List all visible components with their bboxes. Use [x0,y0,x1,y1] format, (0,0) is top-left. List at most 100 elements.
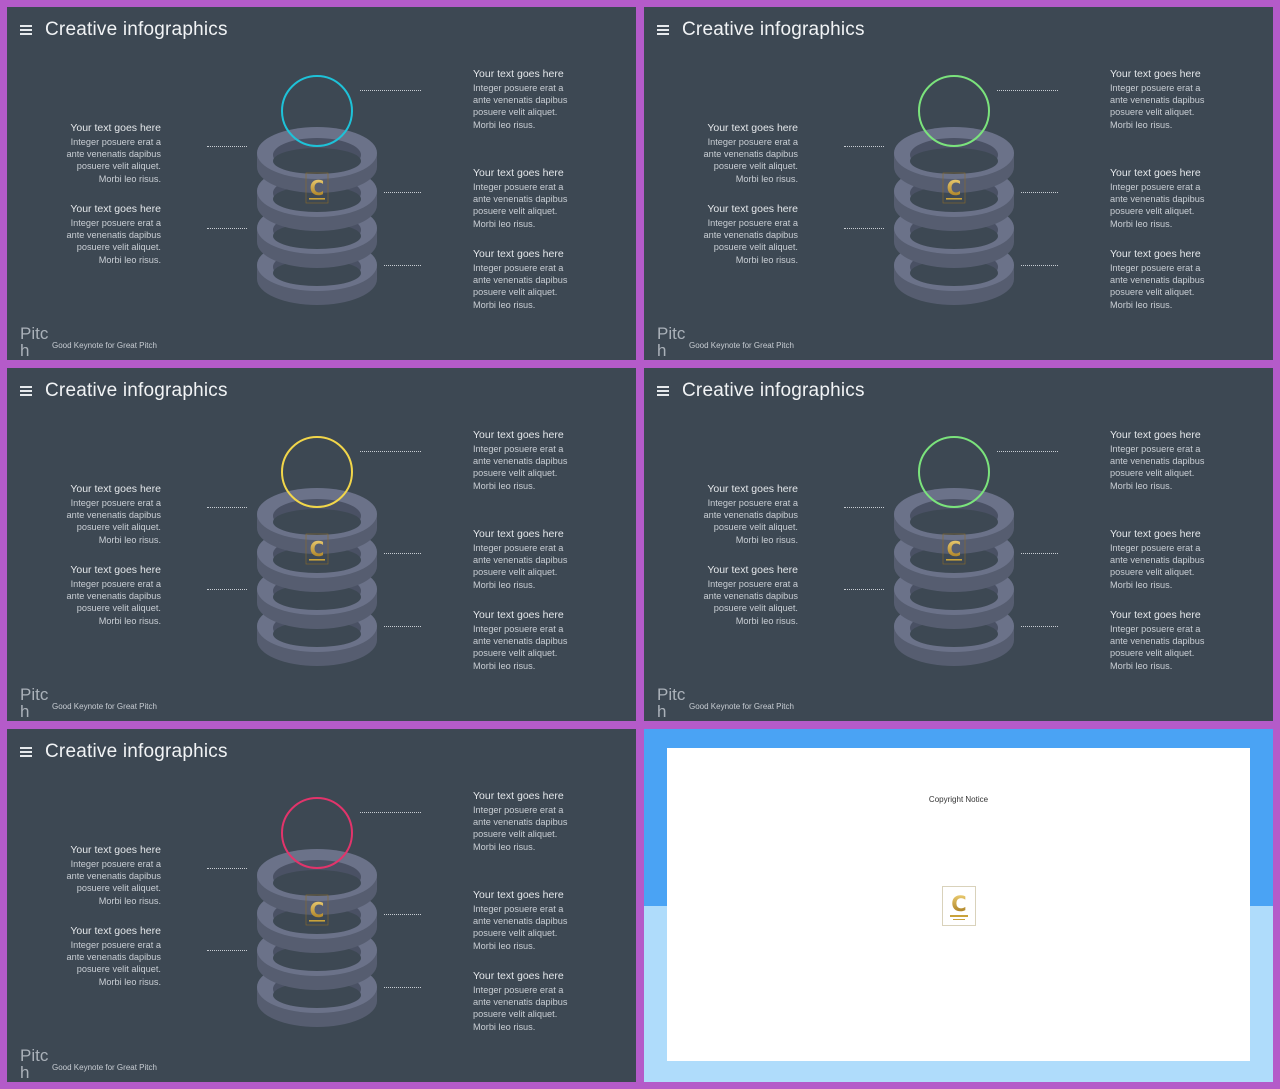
logo-letter: C [310,176,325,200]
slide-5[interactable]: Creative infographics Your text goes here… [7,729,636,1082]
text-block-line: Morbi leo risus. [473,841,536,852]
text-block-line: ante venenatis dapibus [1110,194,1205,205]
slide-title: Creative infographics [682,19,865,40]
text-block-left-1: Your text goes here Integer posuere erat … [31,483,162,546]
text-block-line: ante venenatis dapibus [473,95,568,106]
text-block-line: posuere velit aliquet. [76,242,161,253]
text-block-line: Morbi leo risus. [473,299,536,310]
ring-stack-graphic: C [254,795,380,1027]
text-block-line: Integer posuere erat a [473,985,564,995]
connector-right-3 [384,987,421,988]
text-block-left-2: Your text goes here Integer posuere erat … [31,564,162,627]
slide-3[interactable]: Creative infographics Your text goes here… [7,368,636,721]
connector-left-1 [207,868,247,869]
slide-4[interactable]: Creative infographics Your text goes here… [644,368,1273,721]
text-block-line: posuere velit aliquet. [76,161,161,172]
menu-icon[interactable] [20,386,32,396]
text-block-right-1: Your text goes here Integer posuere erat … [473,429,603,492]
text-block-line: Morbi leo risus. [473,1021,536,1032]
copyright-slide[interactable]: Copyright Notice C [644,729,1273,1082]
text-block-title: Your text goes here [70,122,161,134]
text-block-line: posuere velit aliquet. [473,829,558,840]
text-block-line: Morbi leo risus. [98,895,161,906]
text-block-title: Your text goes here [70,203,161,215]
text-block-line: Morbi leo risus. [735,615,798,626]
text-block-line: Morbi leo risus. [735,173,798,184]
text-block-line: posuere velit aliquet. [1110,648,1195,659]
text-block-line: ante venenatis dapibus [473,275,568,286]
connector-left-1 [207,507,247,508]
text-block-line: Integer posuere erat a [70,859,161,869]
text-block-line: ante venenatis dapibus [703,510,799,521]
text-block-line: Morbi leo risus. [98,254,161,265]
text-block-line: ante venenatis dapibus [1110,636,1205,647]
menu-icon[interactable] [657,386,669,396]
text-block-line: ante venenatis dapibus [703,230,799,241]
connector-right-3 [384,626,421,627]
text-block-title: Your text goes here [473,429,564,441]
text-block-title: Your text goes here [70,844,161,856]
text-block-line: Morbi leo risus. [1110,579,1173,590]
text-block-line: posuere velit aliquet. [76,522,161,533]
text-block-line: Integer posuere erat a [1110,263,1201,273]
text-block-line: Integer posuere erat a [1110,182,1201,192]
menu-icon[interactable] [20,25,32,35]
text-block-line: Integer posuere erat a [473,263,564,273]
connector-right-3 [1021,265,1058,266]
text-block-line: Integer posuere erat a [707,579,798,589]
text-block-line: posuere velit aliquet. [473,468,558,479]
text-block-title: Your text goes here [70,483,161,495]
text-block-line: posuere velit aliquet. [76,883,161,894]
text-block-line: Morbi leo risus. [98,534,161,545]
text-block-left-1: Your text goes here Integer posuere erat … [31,122,162,185]
text-block-title: Your text goes here [473,790,564,802]
text-block-left-2: Your text goes here Integer posuere erat … [31,203,162,266]
text-block-title: Your text goes here [707,483,798,495]
text-block-right-2: Your text goes here Integer posuere erat … [1110,528,1240,591]
text-block-line: Morbi leo risus. [473,940,536,951]
text-block-line: ante venenatis dapibus [703,591,799,602]
slide-2[interactable]: Creative infographics Your text goes here… [644,7,1273,360]
text-block-line: posuere velit aliquet. [1110,107,1195,118]
text-block-line: posuere velit aliquet. [473,206,558,217]
ring-stack-graphic: C [254,434,380,666]
text-block-line: posuere velit aliquet. [1110,206,1195,217]
menu-icon[interactable] [657,25,669,35]
connector-left-2 [844,228,884,229]
text-block-line: posuere velit aliquet. [1110,287,1195,298]
text-block-line: Integer posuere erat a [473,182,564,192]
text-block-line: ante venenatis dapibus [1110,456,1205,467]
text-block-line: posuere velit aliquet. [473,1009,558,1020]
slide-1[interactable]: Creative infographics Your text goes here… [7,7,636,360]
logo-letter: C [947,537,962,561]
text-block-left-1: Your text goes here Integer posuere erat … [668,483,799,546]
connector-left-2 [207,228,247,229]
slide-title: Creative infographics [45,19,228,40]
text-block-line: Integer posuere erat a [707,137,798,147]
brand-name: Pitch [657,685,686,721]
text-block-line: ante venenatis dapibus [1110,95,1205,106]
text-block-line: Integer posuere erat a [473,904,564,914]
text-block-line: Integer posuere erat a [70,579,161,589]
brand-tagline: Good Keynote for Great Pitch [52,1063,157,1072]
text-block-line: Integer posuere erat a [1110,543,1201,553]
menu-icon[interactable] [20,747,32,757]
text-block-title: Your text goes here [473,248,564,260]
text-block-right-3: Your text goes here Integer posuere erat … [473,248,603,311]
text-block-line: Integer posuere erat a [70,498,161,508]
text-block-title: Your text goes here [1110,68,1201,80]
ring-stack-graphic: C [891,73,1017,305]
connector-left-2 [207,589,247,590]
text-block-line: Morbi leo risus. [473,119,536,130]
connector-left-2 [207,950,247,951]
text-block-line: ante venenatis dapibus [473,636,568,647]
text-block-line: Integer posuere erat a [707,498,798,508]
text-block-title: Your text goes here [70,925,161,937]
text-block-title: Your text goes here [1110,429,1201,441]
text-block-title: Your text goes here [1110,609,1201,621]
text-block-line: ante venenatis dapibus [473,817,568,828]
text-block-line: Integer posuere erat a [1110,624,1201,634]
text-block-left-1: Your text goes here Integer posuere erat … [31,844,162,907]
text-block-line: Morbi leo risus. [1110,480,1173,491]
logo-letter: C [310,537,325,561]
